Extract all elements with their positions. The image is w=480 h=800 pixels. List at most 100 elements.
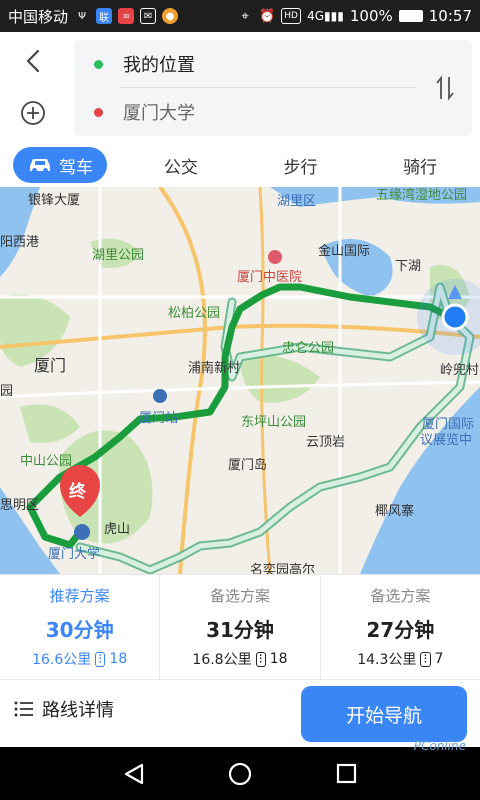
traffic-light-icon: ⁝ bbox=[255, 651, 266, 667]
traffic-light-icon: ⁝ bbox=[95, 651, 106, 667]
route-header: 我的位置 厦门大学 驾车 公交 步行 骑行 bbox=[0, 32, 480, 187]
road-white-2 bbox=[0, 380, 480, 399]
action-bar: 路线详情 开始导航 bbox=[0, 679, 480, 747]
system-navigation-bar bbox=[0, 747, 480, 800]
tab-walk-label: 步行 bbox=[283, 157, 318, 178]
hd-icon: HD bbox=[281, 8, 302, 24]
system-nav-icons bbox=[124, 762, 357, 786]
map-label: 银锋大厦 bbox=[28, 193, 81, 208]
plan-duration: 30分钟 bbox=[45, 618, 114, 642]
plan-duration: 27分钟 bbox=[366, 618, 435, 642]
map-label: 虎山 bbox=[104, 522, 131, 537]
map-label: 中山公园 bbox=[20, 454, 73, 469]
map-label: 湖里区 bbox=[277, 194, 317, 209]
nav-home-icon bbox=[228, 762, 252, 786]
plan-duration: 31分钟 bbox=[206, 618, 274, 642]
xiamen-station-marker bbox=[153, 389, 167, 403]
origin-dot-icon bbox=[94, 59, 103, 69]
status-bar: 中国移动 Ψ 联 ∞ ✉ ● ⌖ ⏰ HD 4G▮▮▮ 100% 10:57 bbox=[0, 0, 480, 32]
map-label: 湖里公园 bbox=[92, 248, 145, 263]
plan-lights: 18 bbox=[269, 651, 288, 667]
app-icon: ∞ bbox=[118, 8, 135, 24]
plan-title: 备选方案 bbox=[370, 587, 431, 605]
map-view[interactable]: 银锋大厦 湖里区 五缘湾湿地公园 阳西港 湖里公园 金山国际 下湖 厦门中医院 … bbox=[0, 187, 480, 574]
alarm-icon: ⏰ bbox=[259, 8, 276, 24]
hospital-marker bbox=[268, 250, 282, 264]
park-zhongshan bbox=[20, 404, 80, 443]
end-marker-label: 终 bbox=[69, 482, 86, 502]
tab-transit-label: 公交 bbox=[163, 157, 198, 178]
plan-card-recommended[interactable]: 推荐方案 30分钟 16.6公里 ⁝ 18 bbox=[0, 575, 161, 679]
nav-back-icon bbox=[124, 763, 144, 785]
map-label: 思明区 bbox=[0, 498, 40, 513]
route-input-box: 我的位置 厦门大学 bbox=[74, 40, 472, 136]
plan-lights: 18 bbox=[109, 651, 128, 667]
tab-bike[interactable]: 骑行 bbox=[360, 147, 480, 183]
destination-dot-icon bbox=[94, 107, 103, 117]
plan-details: 16.8公里 ⁝ 18 bbox=[192, 649, 287, 669]
clock: 10:57 bbox=[428, 7, 472, 25]
map-label: 云顶岩 bbox=[306, 435, 346, 450]
tab-transit[interactable]: 公交 bbox=[121, 147, 241, 183]
map-label: 园 bbox=[0, 384, 14, 399]
plan-card-alt-2[interactable]: 备选方案 27分钟 14.3公里 ⁝ 7 bbox=[321, 575, 480, 679]
route-plans: 推荐方案 30分钟 16.6公里 ⁝ 18 备选方案 31分钟 16.8公里 ⁝… bbox=[0, 574, 480, 679]
add-circle-icon bbox=[21, 101, 45, 125]
destination-field[interactable]: 厦门大学 bbox=[74, 88, 418, 136]
plan-distance: 16.6公里 bbox=[32, 652, 92, 668]
travel-mode-tabs: 驾车 公交 步行 骑行 bbox=[0, 144, 480, 186]
nav-recents-icon bbox=[336, 763, 357, 784]
car-icon bbox=[30, 159, 50, 173]
plan-card-alt-1[interactable]: 备选方案 31分钟 16.8公里 ⁝ 18 bbox=[160, 575, 321, 679]
plan-lights: 7 bbox=[434, 651, 444, 667]
road-orange-1 bbox=[158, 187, 207, 574]
university-marker bbox=[74, 524, 90, 540]
park-dongping bbox=[240, 354, 320, 403]
plan-details: 14.3公里 ⁝ 7 bbox=[357, 649, 443, 669]
start-navigation-button[interactable]: 开始导航 bbox=[301, 686, 467, 742]
map-label: 东坪山公园 bbox=[241, 415, 307, 430]
destination-text: 厦门大学 bbox=[123, 103, 195, 124]
carrier-label: 中国移动 bbox=[8, 7, 69, 26]
origin-text: 我的位置 bbox=[123, 55, 195, 76]
map-label: 厦门大学 bbox=[48, 547, 101, 562]
plan-title: 备选方案 bbox=[209, 587, 270, 605]
battery-percent: 100% bbox=[349, 7, 393, 25]
plan-distance: 14.3公里 bbox=[357, 652, 417, 668]
watermark: PConline bbox=[413, 739, 466, 753]
route-details-button[interactable]: 路线详情 bbox=[14, 696, 114, 722]
back-arrow-icon bbox=[26, 49, 40, 73]
origin-field[interactable]: 我的位置 bbox=[74, 40, 418, 88]
map-label: 浦南新村 bbox=[188, 361, 241, 376]
location-pin-icon: ● bbox=[162, 8, 179, 24]
map-label: 议展览中 bbox=[420, 433, 473, 448]
map-label: 阳西港 bbox=[0, 235, 40, 250]
start-navigation-label: 开始导航 bbox=[345, 704, 422, 727]
map-label: 五缘湾湿地公园 bbox=[376, 188, 468, 203]
tab-drive-label: 驾车 bbox=[59, 157, 93, 178]
signal-icon: 4G▮▮▮ bbox=[307, 9, 344, 23]
battery-icon bbox=[398, 10, 423, 22]
swap-button[interactable] bbox=[430, 72, 460, 104]
map-label: 忠仑公园 bbox=[282, 341, 335, 356]
plan-title: 推荐方案 bbox=[49, 587, 110, 605]
map-label: 椰风寨 bbox=[375, 504, 415, 519]
map-label: 厦门中医院 bbox=[237, 270, 303, 285]
map-label: 金山国际 bbox=[318, 244, 371, 259]
current-location-dot bbox=[441, 303, 469, 331]
list-icon bbox=[14, 701, 33, 717]
map-label: 松柏公园 bbox=[168, 306, 221, 321]
tab-drive[interactable]: 驾车 bbox=[13, 147, 107, 183]
back-button[interactable] bbox=[16, 44, 50, 78]
usb-icon: Ψ bbox=[78, 10, 86, 22]
map-label: 名奕园高尔 bbox=[250, 563, 316, 574]
map-label: 厦门站 bbox=[139, 411, 179, 426]
route-details-label: 路线详情 bbox=[42, 700, 114, 721]
traffic-light-icon: ⁝ bbox=[420, 651, 431, 667]
map-label: 岭兜村 bbox=[440, 363, 480, 378]
plan-distance: 16.8公里 bbox=[192, 652, 252, 668]
location-icon: ⌖ bbox=[241, 8, 249, 24]
add-waypoint-button[interactable] bbox=[16, 96, 50, 130]
map-label: 厦门岛 bbox=[228, 458, 268, 473]
tab-walk[interactable]: 步行 bbox=[241, 147, 361, 183]
